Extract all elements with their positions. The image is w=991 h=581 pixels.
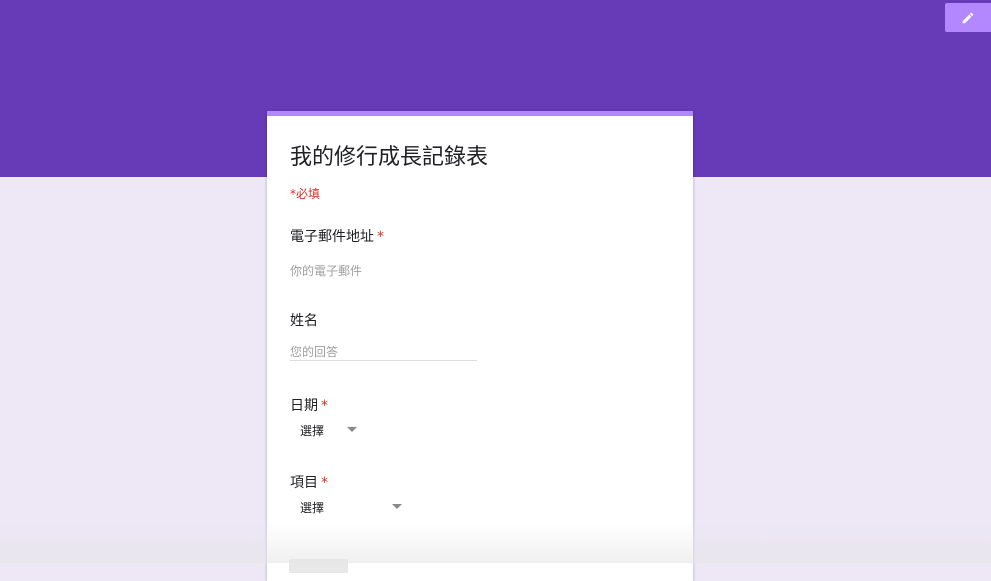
required-asterisk: *	[321, 398, 328, 414]
question-name-label: 姓名	[290, 310, 318, 330]
date-select-value: 選擇	[300, 423, 325, 438]
question-label-text: 姓名	[290, 313, 318, 329]
required-asterisk: *	[377, 229, 384, 245]
form-title: 我的修行成長記錄表	[290, 145, 489, 170]
question-label-text: 日期	[290, 398, 318, 414]
edit-form-button[interactable]	[945, 3, 991, 32]
name-input[interactable]	[290, 344, 477, 361]
pencil-icon	[962, 12, 974, 23]
question-label-text: 電子郵件地址	[290, 229, 374, 245]
required-note: *必填	[290, 187, 321, 201]
item-select-value: 選擇	[300, 500, 325, 515]
form-card: 我的修行成長記錄表 *必填 電子郵件地址* 你的電子郵件 姓名 日期* 選擇 項…	[267, 111, 693, 581]
email-field[interactable]: 你的電子郵件	[290, 262, 362, 279]
submit-button[interactable]	[289, 559, 348, 573]
date-select[interactable]: 選擇	[290, 419, 360, 441]
question-date-label: 日期 *	[290, 395, 328, 415]
question-label-text: 項目	[290, 475, 318, 491]
required-asterisk: *	[321, 475, 328, 491]
question-email-label: 電子郵件地址 *	[290, 226, 384, 246]
dropdown-caret-icon	[347, 427, 357, 432]
dropdown-caret-icon	[392, 504, 402, 509]
question-item-label: 項目 *	[290, 472, 328, 492]
card-accent-bar	[267, 111, 693, 116]
item-select[interactable]: 選擇	[290, 496, 408, 518]
